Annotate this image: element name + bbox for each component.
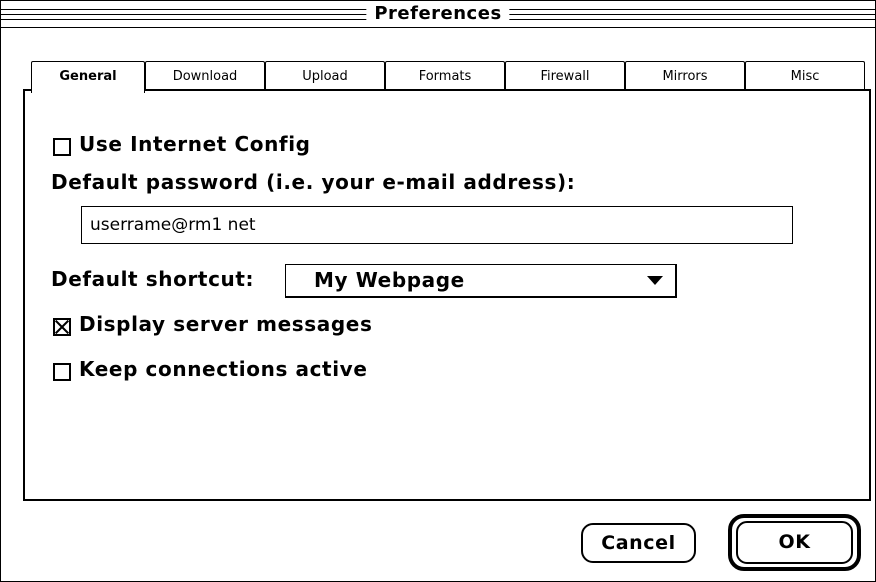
default-shortcut-label: Default shortcut: [51, 267, 255, 291]
tab-download[interactable]: Download [145, 61, 265, 91]
keep-connections-active-label: Keep connections active [79, 357, 368, 381]
default-password-label: Default password (i.e. your e-mail addre… [51, 170, 576, 194]
tab-misc[interactable]: Misc [745, 61, 865, 91]
tab-firewall[interactable]: Firewall [505, 61, 625, 91]
title-bar[interactable]: Preferences [1, 1, 875, 28]
default-shortcut-value: My Webpage [314, 268, 465, 292]
cancel-button[interactable]: Cancel [581, 523, 696, 563]
tab-upload[interactable]: Upload [265, 61, 385, 91]
keep-connections-active-checkbox[interactable] [53, 363, 71, 381]
use-internet-config-checkbox[interactable] [53, 138, 71, 156]
window-title: Preferences [366, 2, 510, 25]
ok-button[interactable]: OK [736, 521, 853, 564]
use-internet-config-label: Use Internet Config [79, 132, 311, 156]
popup-arrow-icon [647, 276, 663, 285]
default-password-field[interactable]: userrame@rm1 net [81, 206, 793, 244]
display-server-messages-label: Display server messages [79, 312, 373, 336]
tab-formats[interactable]: Formats [385, 61, 505, 91]
display-server-messages-checkbox[interactable] [53, 318, 71, 336]
preferences-window: Preferences General Download Upload Form… [0, 0, 876, 582]
tab-mirrors[interactable]: Mirrors [625, 61, 745, 91]
default-shortcut-popup[interactable]: My Webpage [285, 264, 677, 298]
